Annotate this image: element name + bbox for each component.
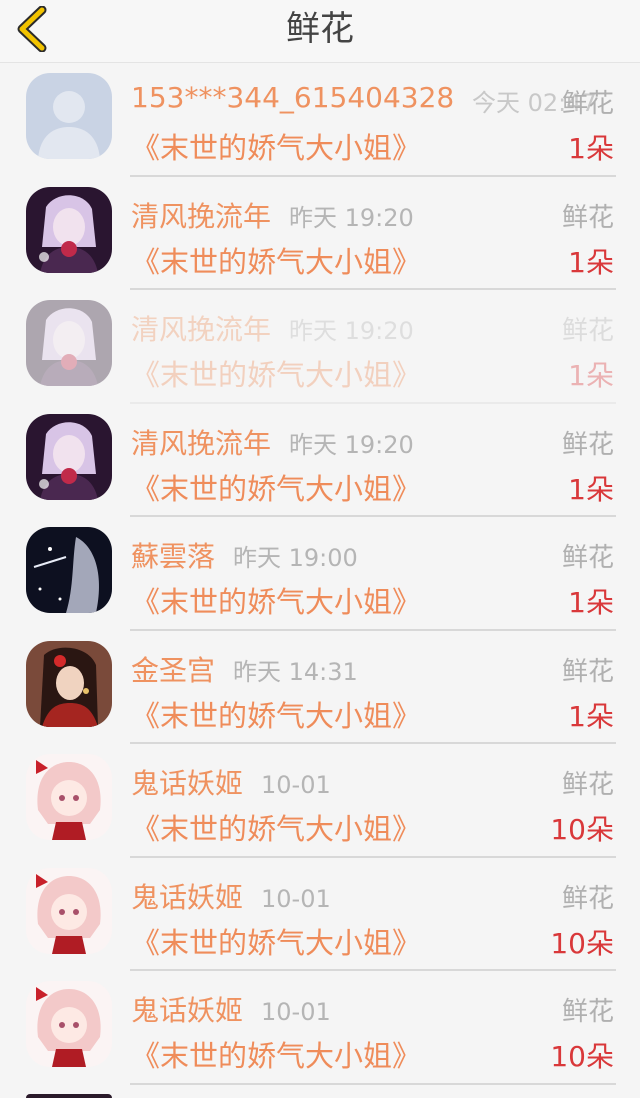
list-item[interactable]: 清风挽流年 昨天 19:20 鲜花 《末世的娇气大小姐》 1朵: [0, 404, 640, 517]
time-label: 10-01: [261, 998, 331, 1026]
book-title: 《末世的娇气大小姐》: [131, 698, 422, 733]
gift-count: 1朵: [568, 699, 614, 733]
dark-avatar: [26, 527, 112, 613]
gift-count: 10朵: [550, 926, 614, 960]
book-title: 《末世的娇气大小姐》: [131, 925, 422, 960]
book-title: 《末世的娇气大小姐》: [131, 358, 422, 392]
gift-type: 鲜花: [561, 429, 614, 460]
flower-list: 153***344_615404328 今天 02:47 鲜花 《末世的娇气大小…: [0, 63, 640, 1085]
gift-type: 鲜花: [561, 770, 614, 800]
list-item[interactable]: 鬼话妖姬 10-01 鲜花 《末世的娇气大小姐》 10朵: [0, 744, 640, 858]
book-title: 《末世的娇气大小姐》: [131, 131, 422, 165]
chibi-avatar: [26, 981, 112, 1067]
sender-name: 鬼话妖姬 10-01: [131, 880, 331, 914]
sender-name: 清风挽流年 昨天 19:20: [131, 313, 414, 346]
time-label: 10-01: [261, 884, 331, 913]
default-avatar: [26, 73, 112, 159]
time-label: 昨天 19:00: [233, 544, 358, 572]
gift-count: 1朵: [568, 359, 614, 392]
list-item[interactable]: 清风挽流年 昨天 19:20 鲜花 《末世的娇气大小姐》 1朵: [0, 177, 640, 290]
sender-name: 153***344_615404328: [131, 81, 455, 114]
sender-name: 鬼话妖姬 10-01: [131, 767, 331, 800]
list-item[interactable]: 蘇雲落 昨天 19:00 鲜花 《末世的娇气大小姐》 1朵: [0, 517, 640, 631]
gift-type: 鲜花: [561, 202, 614, 233]
book-title: 《末世的娇气大小姐》: [131, 812, 422, 846]
gift-type: 鲜花: [561, 656, 614, 687]
gift-count: 1朵: [568, 132, 614, 165]
book-title: 《末世的娇气大小姐》: [131, 1039, 422, 1073]
time-label: 昨天 14:31: [233, 657, 358, 686]
time-label: 昨天 19:20: [289, 317, 414, 345]
gift-count: 1朵: [568, 472, 614, 506]
list-item[interactable]: 153***344_615404328 今天 02:47 鲜花 《末世的娇气大小…: [0, 63, 640, 177]
sender-name: 金圣宫 昨天 14:31: [131, 653, 358, 687]
gift-count: 10朵: [550, 813, 614, 846]
gift-type: 鲜花: [561, 883, 614, 914]
gift-type: 鲜花: [561, 316, 614, 346]
sender-name: 清风挽流年 昨天 19:20: [131, 199, 414, 233]
sender-name: 鬼话妖姬 10-01: [131, 994, 331, 1027]
time-label: 昨天 19:20: [289, 203, 414, 232]
portrait-avatar: [26, 640, 112, 727]
chibi-avatar: [26, 867, 112, 954]
anime-avatar: [26, 300, 112, 386]
gift-count: 10朵: [550, 1040, 614, 1073]
time-label: 10-01: [261, 771, 331, 799]
list-item[interactable]: 鬼话妖姬 10-01 鲜花 《末世的娇气大小姐》 10朵: [0, 971, 640, 1085]
time-label: 昨天 19:20: [289, 430, 414, 459]
chibi-avatar: [26, 754, 112, 840]
top-nav-bar: 鲜花: [0, 0, 640, 63]
list-item[interactable]: 金圣宫 昨天 14:31 鲜花 《末世的娇气大小姐》 1朵: [0, 631, 640, 744]
list-item[interactable]: 鬼话妖姬 10-01 鲜花 《末世的娇气大小姐》 10朵: [0, 858, 640, 971]
gift-count: 1朵: [568, 586, 614, 619]
gift-type: 鲜花: [561, 543, 614, 573]
row-divider: [130, 1082, 616, 1085]
page-title: 鲜花: [286, 9, 354, 49]
gift-count: 1朵: [568, 245, 614, 279]
book-title: 《末世的娇气大小姐》: [131, 471, 422, 506]
list-item[interactable]: 清风挽流年 昨天 19:20 鲜花 《末世的娇气大小姐》 1朵: [0, 290, 640, 404]
anime-avatar: [26, 186, 112, 273]
next-row-avatar-edge: [26, 1094, 112, 1098]
book-title: 《末世的娇气大小姐》: [131, 244, 422, 279]
gift-type: 鲜花: [561, 89, 614, 119]
sender-name: 清风挽流年 昨天 19:20: [131, 426, 414, 460]
sender-name: 蘇雲落 昨天 19:00: [131, 540, 358, 573]
book-title: 《末世的娇气大小姐》: [131, 585, 422, 619]
gift-type: 鲜花: [561, 997, 614, 1027]
anime-avatar: [26, 413, 112, 500]
